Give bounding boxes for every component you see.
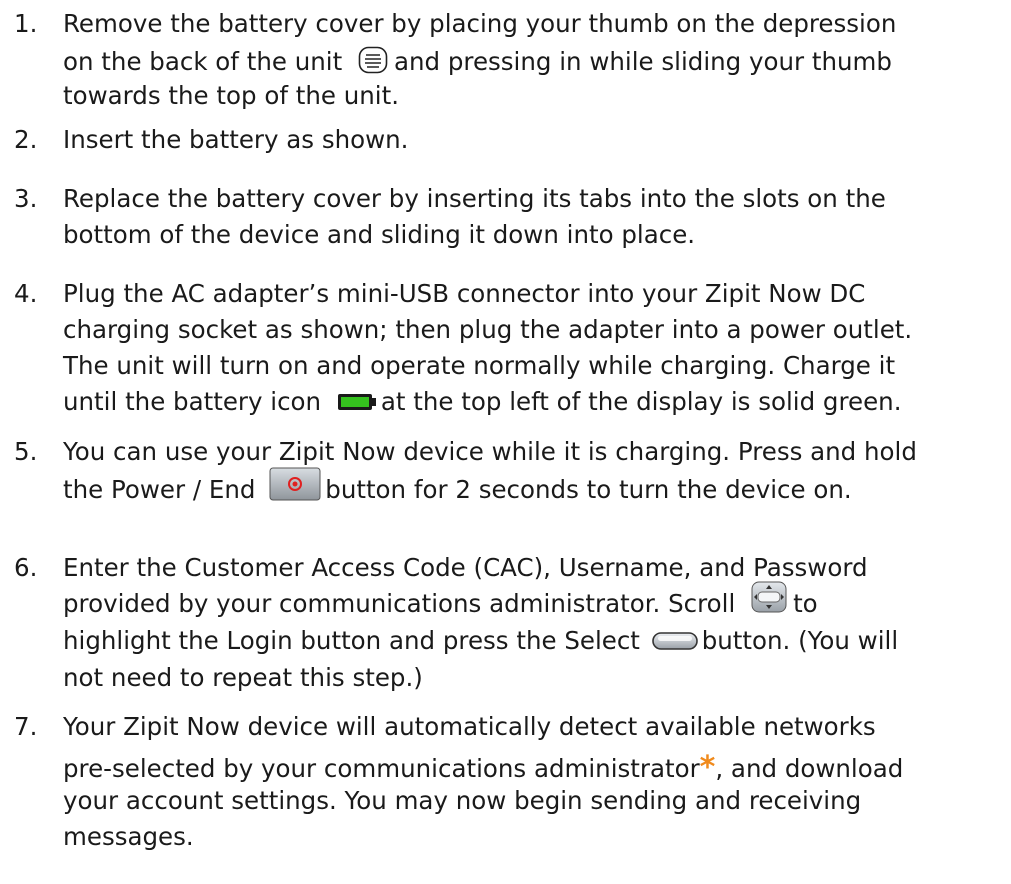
step-text-line: Replace the battery cover by inserting i… xyxy=(63,184,886,213)
step-text-line: The unit will turn on and operate normal… xyxy=(63,351,896,380)
power-end-button-icon xyxy=(269,467,321,507)
step-text-line: messages. xyxy=(63,822,194,851)
battery-icon xyxy=(337,389,377,418)
step-text-line: your account settings. You may now begin… xyxy=(63,786,862,815)
step-text-line: Remove the battery cover by placing your… xyxy=(63,9,897,38)
step-text-line: not need to repeat this step.) xyxy=(63,663,423,692)
thumb-depression-icon xyxy=(358,46,388,80)
step-text-line: You can use your Zipit Now device while … xyxy=(63,437,917,466)
step-text-line: Enter the Customer Access Code (CAC), Us… xyxy=(63,553,868,582)
step-number: 7. xyxy=(14,712,38,741)
step-text-line: pre-selected by your communications admi… xyxy=(63,750,904,785)
step-number: 5. xyxy=(14,437,38,466)
step-text-line: the Power / End button for 2 seconds to … xyxy=(63,467,852,507)
step-text-line: charging socket as shown; then plug the … xyxy=(63,315,913,344)
step-text-line: towards the top of the unit. xyxy=(63,81,399,110)
step-number: 3. xyxy=(14,184,38,213)
footnote-asterisk: * xyxy=(699,750,716,785)
step-number: 6. xyxy=(14,553,38,582)
step-text-line: provided by your communications administ… xyxy=(63,581,818,619)
step-text-line: until the battery icon at the top left o… xyxy=(63,387,902,418)
instruction-list: 1. Remove the battery cover by placing y… xyxy=(0,0,1011,884)
step-text-line: highlight the Login button and press the… xyxy=(63,626,899,657)
step-number: 1. xyxy=(14,9,38,38)
step-text-line: on the back of the unit and pressing in … xyxy=(63,46,892,80)
step-text-line: bottom of the device and sliding it down… xyxy=(63,220,696,249)
scroll-key-icon xyxy=(751,581,787,619)
step-text-line: Plug the AC adapter’s mini-USB connector… xyxy=(63,279,866,308)
step-number: 4. xyxy=(14,279,38,308)
step-text-line: Your Zipit Now device will automatically… xyxy=(63,712,876,741)
select-button-icon xyxy=(651,628,698,657)
step-text-line: Insert the battery as shown. xyxy=(63,125,409,154)
step-number: 2. xyxy=(14,125,38,154)
